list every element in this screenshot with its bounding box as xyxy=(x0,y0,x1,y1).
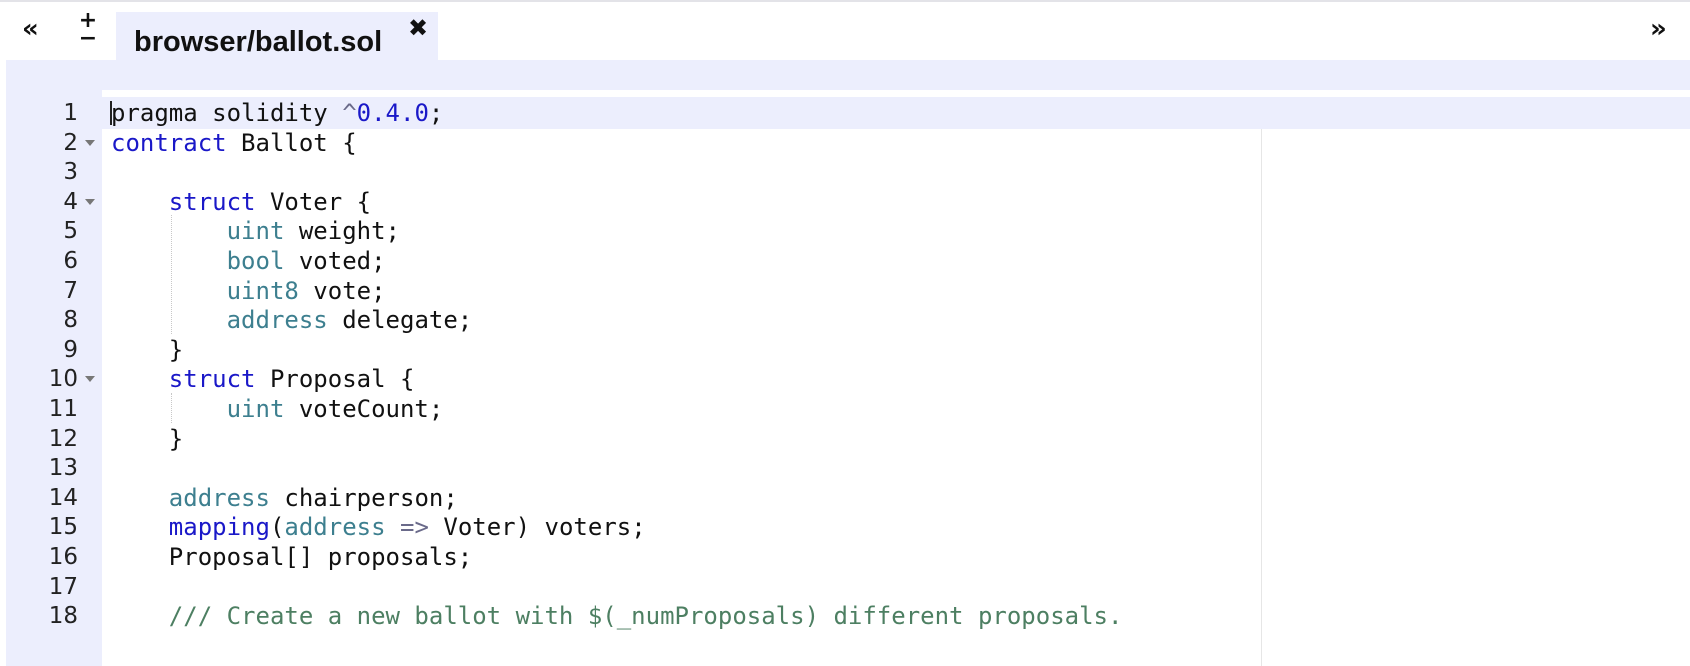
code-text[interactable]: uint voteCount; xyxy=(111,393,444,425)
code-text[interactable]: uint8 vote; xyxy=(111,275,386,307)
indent-guide xyxy=(170,215,172,334)
code-line[interactable]: 4 struct Voter { xyxy=(6,186,1690,218)
line-number: 5 xyxy=(63,218,78,245)
zoom-plus-minus-button[interactable]: + − xyxy=(78,10,98,50)
editor-top-padding xyxy=(6,60,1690,90)
code-text[interactable]: address delegate; xyxy=(111,304,473,336)
line-number: 7 xyxy=(63,277,78,304)
line-number: 8 xyxy=(63,307,78,334)
fold-caret-icon[interactable] xyxy=(85,139,95,146)
line-number: 9 xyxy=(63,336,78,363)
code-line[interactable]: 2 contract Ballot { xyxy=(6,127,1690,159)
code-text[interactable]: pragma solidity ^0.4.0; xyxy=(111,97,443,129)
text-cursor xyxy=(110,101,112,125)
code-line[interactable]: 12 } xyxy=(6,423,1690,455)
line-number: 15 xyxy=(48,514,78,541)
ide-window: « + − browser/ballot.sol ✖ » 1 pragma sol… xyxy=(0,0,1690,666)
code-line[interactable]: 3 xyxy=(6,156,1690,188)
code-line[interactable]: 5 uint weight; xyxy=(6,215,1690,247)
code-line[interactable]: 11 uint voteCount; xyxy=(6,393,1690,425)
line-number: 13 xyxy=(48,455,78,482)
code-line[interactable]: 9 } xyxy=(6,334,1690,366)
line-number: 10 xyxy=(48,366,78,393)
code-line[interactable]: 16 Proposal[] proposals; xyxy=(6,541,1690,573)
code-text[interactable]: mapping(address => Voter) voters; xyxy=(111,511,646,543)
code-line[interactable]: 18 /// Create a new ballot with $(_numPr… xyxy=(6,600,1690,632)
line-number: 17 xyxy=(48,573,78,600)
code-editor[interactable]: 1 pragma solidity ^0.4.0; 2 contract Ballot… xyxy=(6,60,1690,666)
code-text[interactable]: } xyxy=(111,423,183,455)
tab-title[interactable]: browser/ballot.sol xyxy=(134,26,382,59)
line-number: 1 xyxy=(63,100,78,126)
line-number: 3 xyxy=(63,159,78,186)
code-text[interactable]: uint weight; xyxy=(111,215,400,247)
code-text[interactable]: bool voted; xyxy=(111,245,386,277)
double-chevron-right-icon[interactable]: » xyxy=(1650,14,1667,44)
code-line[interactable]: 8 address delegate; xyxy=(6,304,1690,336)
code-line[interactable]: 7 uint8 vote; xyxy=(6,275,1690,307)
fold-caret-icon[interactable] xyxy=(85,376,95,383)
code-line[interactable]: 10 struct Proposal { xyxy=(6,363,1690,395)
minus-icon[interactable]: − xyxy=(78,28,98,50)
code-text[interactable]: contract Ballot { xyxy=(111,127,357,159)
code-line[interactable]: 17 xyxy=(6,571,1690,603)
code-text[interactable]: Proposal[] proposals; xyxy=(111,541,472,573)
code-text[interactable]: struct Proposal { xyxy=(111,363,415,395)
line-number: 18 xyxy=(48,603,78,630)
line-number: 2 xyxy=(63,129,78,156)
code-text[interactable]: address chairperson; xyxy=(111,482,458,514)
code-text[interactable]: /// Create a new ballot with $(_numPropo… xyxy=(111,600,1123,632)
close-icon[interactable]: ✖ xyxy=(408,14,428,42)
line-number: 14 xyxy=(48,484,78,511)
fold-caret-icon[interactable] xyxy=(85,198,95,205)
code-text[interactable]: struct Voter { xyxy=(111,186,371,218)
indent-guide xyxy=(170,393,172,423)
line-number: 6 xyxy=(63,248,78,274)
code-text[interactable]: } xyxy=(111,334,183,366)
line-number: 16 xyxy=(48,544,78,570)
code-line[interactable]: 15 mapping(address => Voter) voters; xyxy=(6,511,1690,543)
code-line[interactable]: 13 xyxy=(6,452,1690,484)
code-line[interactable]: 1 pragma solidity ^0.4.0; xyxy=(6,97,1690,129)
code-line[interactable]: 6 bool voted; xyxy=(6,245,1690,277)
code-line[interactable]: 14 address chairperson; xyxy=(6,482,1690,514)
double-chevron-left-icon[interactable]: « xyxy=(22,14,39,44)
tab-active-file[interactable]: browser/ballot.sol ✖ xyxy=(116,12,438,60)
line-number: 4 xyxy=(63,188,78,215)
line-number: 12 xyxy=(48,425,78,452)
file-tab-bar: « + − browser/ballot.sol ✖ » xyxy=(0,2,1690,60)
line-number: 11 xyxy=(48,396,78,422)
